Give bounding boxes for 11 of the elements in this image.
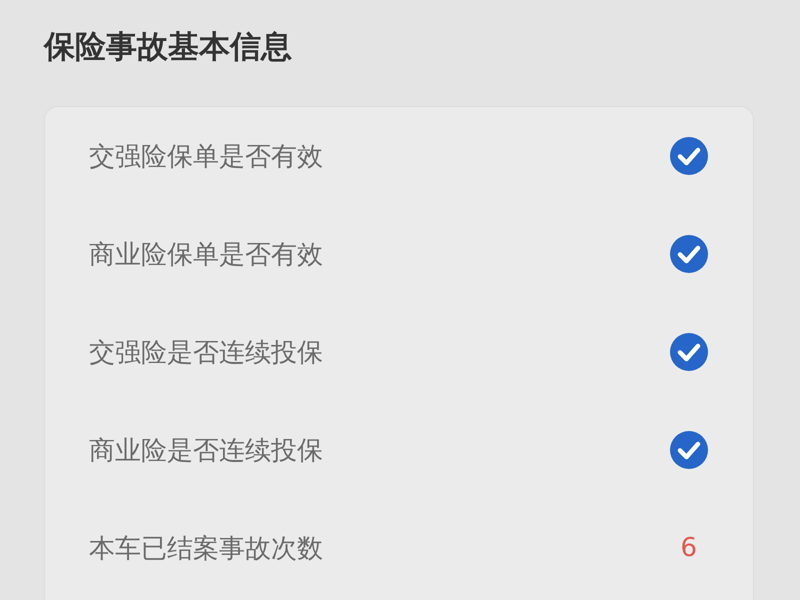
row-label: 商业险保单是否有效 bbox=[89, 238, 323, 272]
row-label: 商业险是否连续投保 bbox=[89, 434, 323, 468]
row-label: 交强险保单是否有效 bbox=[89, 140, 323, 174]
checkbox[interactable] bbox=[669, 332, 709, 372]
row-label: 本车已结案事故次数 bbox=[89, 532, 323, 566]
checkbox[interactable] bbox=[669, 136, 709, 176]
row-label: 交强险是否连续投保 bbox=[89, 336, 323, 370]
checkbox[interactable] bbox=[669, 234, 709, 274]
row-value: 6 bbox=[680, 533, 697, 563]
checkbox[interactable] bbox=[669, 430, 709, 470]
section-title: 保险事故基本信息 bbox=[44, 28, 293, 67]
